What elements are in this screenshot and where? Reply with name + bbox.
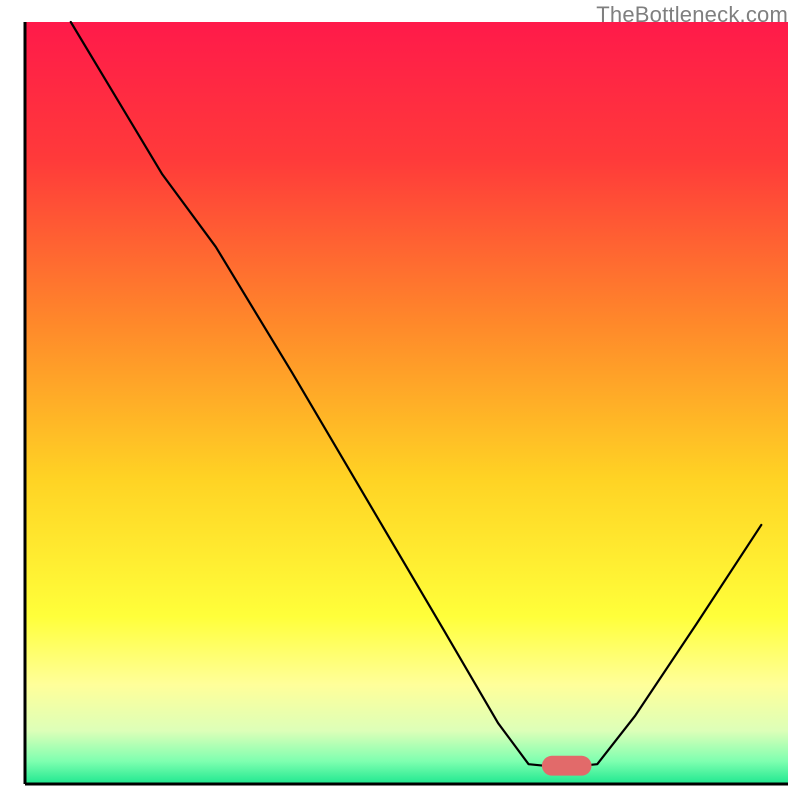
watermark-text: TheBottleneck.com [596,2,788,28]
optimal-marker [542,756,592,776]
bottleneck-chart: TheBottleneck.com [0,0,800,800]
chart-svg [0,0,800,800]
